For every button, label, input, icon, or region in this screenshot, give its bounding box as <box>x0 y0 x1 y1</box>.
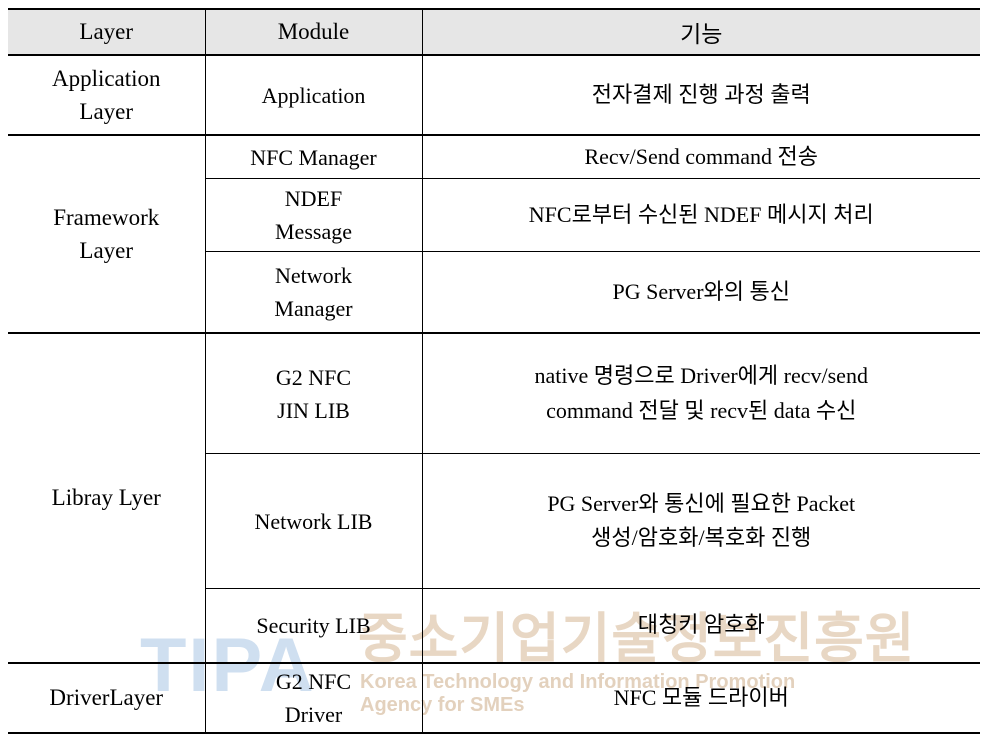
module-cell-network-lib: Network LIB <box>205 453 423 589</box>
module-cell-g2-nfc-driver: G2 NFC Driver <box>205 663 423 734</box>
spec-table-container: Layer Module 기능 Application Layer Applic… <box>8 8 980 734</box>
module-cell-network-manager: Network Manager <box>205 251 423 334</box>
column-header-function: 기능 <box>422 8 980 56</box>
module-cell-application: Application <box>205 55 423 136</box>
module-cell-ndef-message: NDEF Message <box>205 178 423 252</box>
table-row: DriverLayer G2 NFC Driver NFC 모듈 드라이버 <box>8 663 980 734</box>
column-header-module: Module <box>205 8 423 56</box>
function-cell-g2-nfc-driver: NFC 모듈 드라이버 <box>422 663 980 734</box>
layer-cell-driver: DriverLayer <box>8 663 206 734</box>
page-root: TIPA 중소기업기술정보진흥원 Korea Technology and In… <box>0 0 997 734</box>
function-cell-application: 전자결제 진행 과정 출력 <box>422 55 980 136</box>
table-body: Application Layer Application 전자결제 진행 과정… <box>8 55 980 734</box>
layer-cell-framework: Framework Layer <box>8 135 206 334</box>
module-cell-g2-nfc-jin-lib: G2 NFC JIN LIB <box>205 333 423 454</box>
column-header-layer: Layer <box>8 8 206 56</box>
table-row: Application Layer Application 전자결제 진행 과정… <box>8 55 980 136</box>
function-cell-ndef-message: NFC로부터 수신된 NDEF 메시지 처리 <box>422 178 980 252</box>
table-header-row: Layer Module 기능 <box>8 8 980 56</box>
module-cell-nfc-manager: NFC Manager <box>205 135 423 179</box>
layer-cell-library: Libray Lyer <box>8 333 206 664</box>
table-row: Framework Layer NFC Manager Recv/Send co… <box>8 135 980 334</box>
module-cell-security-lib: Security LIB <box>205 588 423 664</box>
table-row: Libray Lyer G2 NFC JIN LIB native 명령으로 D… <box>8 333 980 664</box>
function-cell-nfc-manager: Recv/Send command 전송 <box>422 135 980 179</box>
function-cell-network-lib: PG Server와 통신에 필요한 Packet 생성/암호화/복호화 진행 <box>422 453 980 589</box>
layer-cell-application: Application Layer <box>8 55 206 136</box>
function-cell-g2-nfc-jin-lib: native 명령으로 Driver에게 recv/send command 전… <box>422 333 980 454</box>
spec-table: Layer Module 기능 Application Layer Applic… <box>8 8 980 734</box>
function-cell-network-manager: PG Server와의 통신 <box>422 251 980 334</box>
function-cell-security-lib: 대칭키 암호화 <box>422 588 980 664</box>
